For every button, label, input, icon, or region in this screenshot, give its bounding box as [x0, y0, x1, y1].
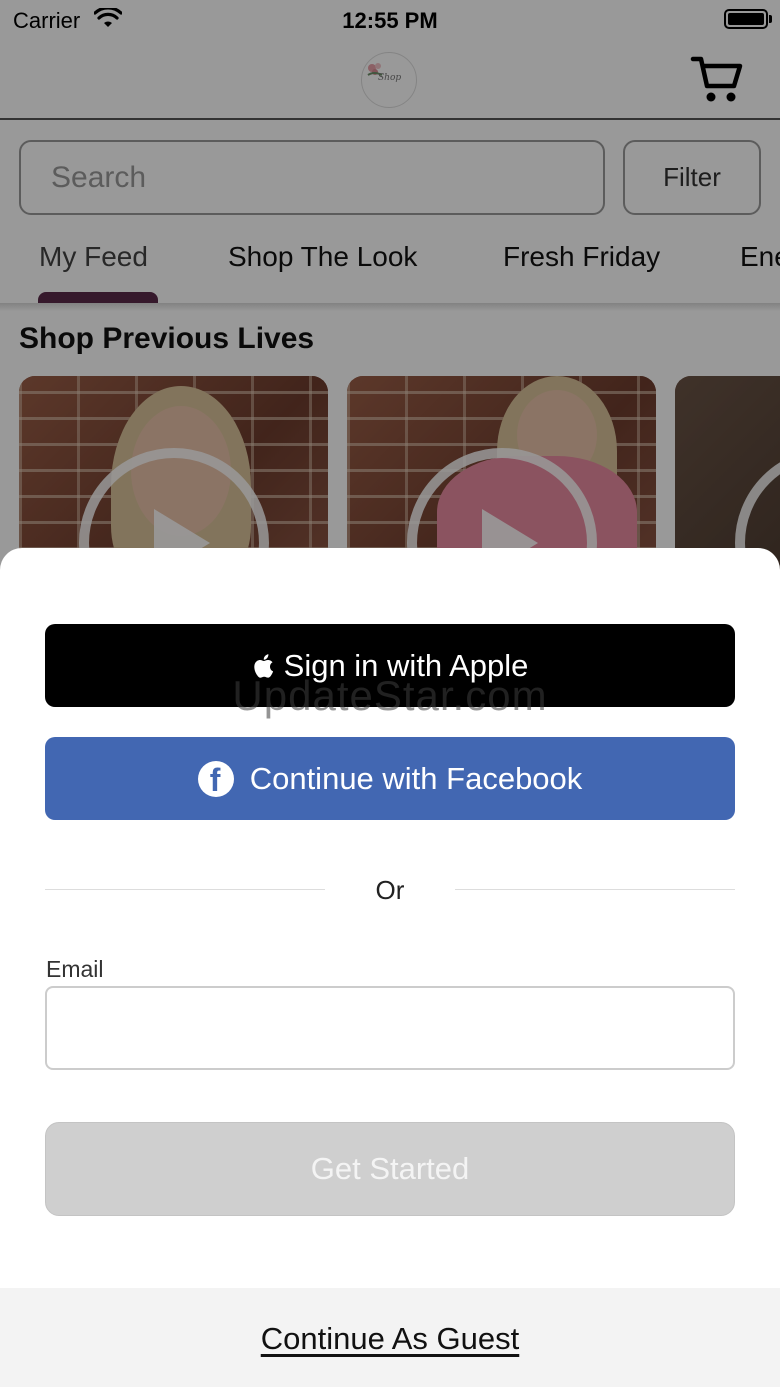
continue-as-guest-link[interactable]: Continue As Guest	[0, 1321, 780, 1357]
divider-right	[455, 889, 735, 890]
email-label: Email	[46, 956, 104, 982]
apple-icon	[253, 653, 273, 678]
continue-with-facebook-button[interactable]: f Continue with Facebook	[45, 737, 735, 820]
apple-button-label: Sign in with Apple	[283, 647, 529, 683]
sign-in-with-apple-button[interactable]: Sign in with Apple	[45, 624, 735, 707]
or-separator: Or	[375, 875, 405, 905]
get-started-button[interactable]: Get Started	[45, 1122, 735, 1216]
guest-footer: Continue As Guest	[0, 1288, 780, 1387]
facebook-button-label: Continue with Facebook	[249, 760, 583, 796]
email-field[interactable]	[45, 986, 735, 1070]
facebook-icon: f	[197, 760, 234, 797]
sign-in-sheet: Sign in with Apple UpdateStar.com f Cont…	[0, 548, 780, 1387]
